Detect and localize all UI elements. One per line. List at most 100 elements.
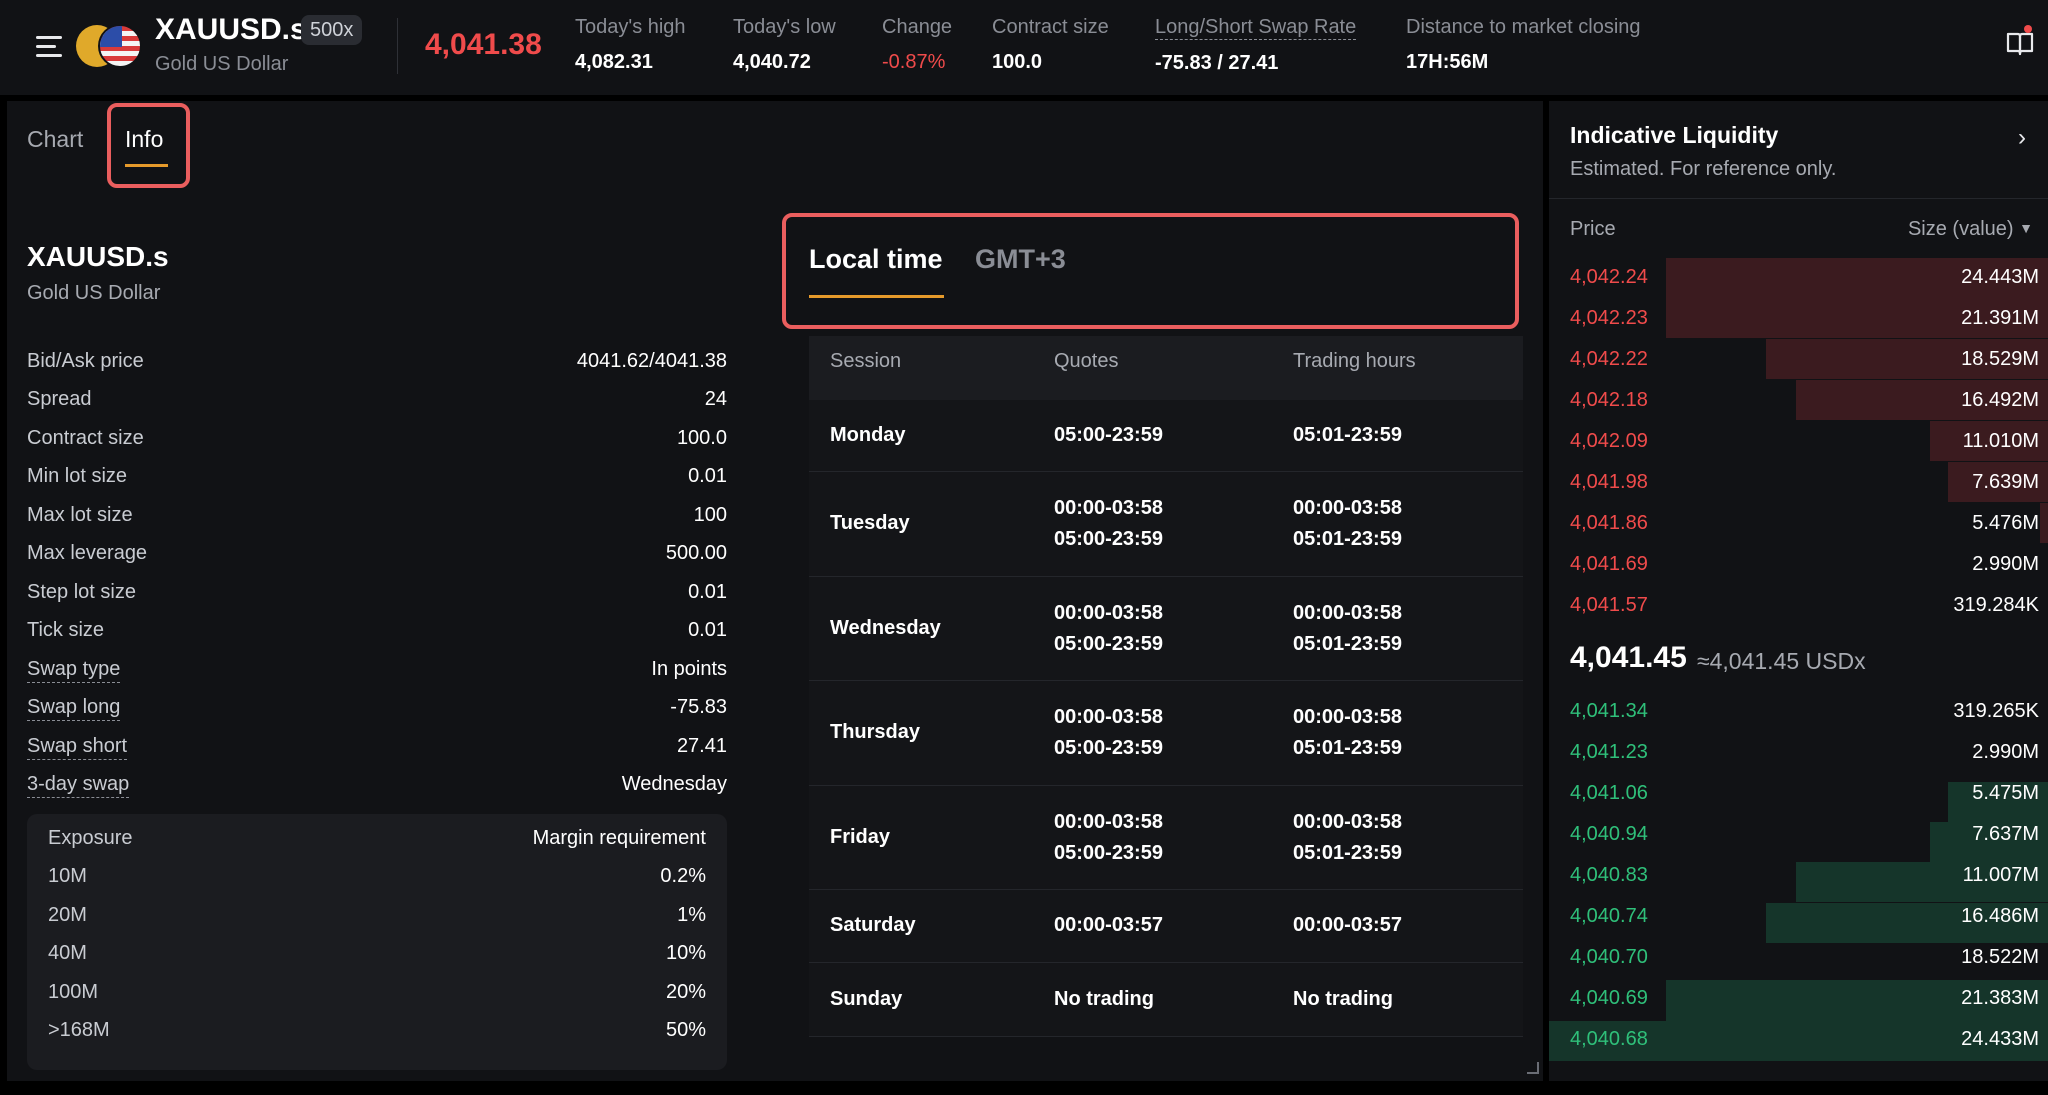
spec-value: 4041.62/4041.38 — [576, 350, 727, 372]
mid-price-approx: ≈4,041.45 USDx — [1697, 648, 1866, 674]
instrument-subtitle: Gold US Dollar — [27, 282, 161, 304]
bid-row[interactable]: 4,041.23 2.990M — [1570, 741, 2039, 771]
bid-price: 4,040.68 — [1570, 1028, 1648, 1050]
ask-size: 5.476M — [1972, 512, 2039, 534]
ask-price: 4,042.18 — [1570, 389, 1648, 411]
spec-label-swap-long[interactable]: Swap long — [27, 696, 121, 721]
schedule-hours: 00:00-03:57 — [1293, 914, 1402, 936]
spec-value: 500.00 — [665, 542, 727, 564]
resize-handle[interactable] — [1527, 1062, 1539, 1074]
liquidity-subtitle: Estimated. For reference only. — [1570, 158, 1837, 180]
ask-row[interactable]: 4,042.18 16.492M — [1570, 389, 2039, 419]
stat-value: 17H:56M — [1406, 51, 1489, 73]
spec-label: Contract size — [27, 427, 144, 449]
ask-row[interactable]: 4,042.09 11.010M — [1570, 430, 2039, 460]
book-icon[interactable] — [2006, 30, 2034, 56]
spec-row: Step lot size 0.01 — [27, 581, 727, 611]
liquidity-divider — [1549, 198, 2048, 199]
ask-size: 319.284K — [1953, 594, 2039, 616]
liquidity-title[interactable]: Indicative Liquidity — [1570, 122, 1778, 149]
spec-value: 0.01 — [688, 581, 727, 603]
spec-row: Tick size 0.01 — [27, 619, 727, 649]
stat-market-closing: Distance to market closing 17H:56M — [1406, 16, 1641, 74]
ask-row[interactable]: 4,041.98 7.639M — [1570, 471, 2039, 501]
margin-header: Exposure Margin requirement — [48, 827, 706, 857]
stat-label: Today's high — [575, 16, 686, 38]
schedule-quotes: 00:00-03:58 05:00-23:59 — [1054, 811, 1163, 864]
stat-label: Contract size — [992, 16, 1109, 38]
stat-value: -0.87% — [882, 51, 946, 73]
spec-label-swap-short[interactable]: Swap short — [27, 735, 128, 760]
ask-row[interactable]: 4,041.57 319.284K — [1570, 594, 2039, 624]
bid-row[interactable]: 4,041.06 5.475M — [1570, 782, 2039, 812]
ask-row[interactable]: 4,042.22 18.529M — [1570, 348, 2039, 378]
tab-chart[interactable]: Chart — [27, 126, 83, 153]
spec-value: 24 — [704, 388, 727, 410]
spec-label: Spread — [27, 388, 92, 410]
top-header: XAUUSD.s 500x Gold US Dollar 4,041.38 To… — [0, 0, 2048, 95]
bid-row[interactable]: 4,040.68 24.433M — [1570, 1028, 2039, 1058]
bid-row[interactable]: 4,041.34 319.265K — [1570, 700, 2039, 730]
bid-row[interactable]: 4,040.94 7.637M — [1570, 823, 2039, 853]
ask-row[interactable]: 4,041.86 5.476M — [1570, 512, 2039, 542]
bid-size: 2.990M — [1972, 741, 2039, 763]
schedule-row: Wednesday 00:00-03:58 05:00-23:59 00:00-… — [809, 577, 1523, 681]
col-price: Price — [1570, 218, 1616, 240]
margin-requirement-table: Exposure Margin requirement 10M 0.2% 20M 1%… — [27, 814, 727, 1070]
margin-value: 20% — [665, 981, 706, 1003]
schedule-row: Sunday No trading No trading — [809, 963, 1523, 1037]
spec-label: Step lot size — [27, 581, 136, 603]
schedule-day: Tuesday — [830, 512, 910, 534]
margin-row: 10M 0.2% — [48, 865, 706, 895]
stat-label[interactable]: Long/Short Swap Rate — [1155, 16, 1357, 40]
schedule-quotes: 00:00-03:58 05:00-23:59 — [1054, 706, 1163, 759]
spec-row: Swap long -75.83 — [27, 696, 727, 726]
schedule-hours: 00:00-03:58 05:01-23:59 — [1293, 706, 1402, 759]
spec-value: Wednesday — [621, 773, 727, 795]
ask-row[interactable]: 4,042.23 21.391M — [1570, 307, 2039, 337]
bid-price: 4,041.06 — [1570, 782, 1648, 804]
schedule-row: Saturday 00:00-03:57 00:00-03:57 — [809, 890, 1523, 963]
bid-price: 4,041.34 — [1570, 700, 1648, 722]
schedule-day: Saturday — [830, 914, 916, 936]
bid-row[interactable]: 4,040.74 16.486M — [1570, 905, 2039, 935]
spec-value: -75.83 — [670, 696, 727, 718]
margin-header-requirement: Margin requirement — [532, 827, 706, 849]
stat-contract-size: Contract size 100.0 — [992, 16, 1109, 74]
stat-swap-rate[interactable]: Long/Short Swap Rate -75.83 / 27.41 — [1155, 16, 1357, 75]
instrument-title: XAUUSD.s — [27, 241, 169, 272]
ask-size: 2.990M — [1972, 553, 2039, 575]
header-divider — [397, 18, 398, 74]
stat-value: 100.0 — [992, 51, 1043, 73]
spec-label-swap-type[interactable]: Swap type — [27, 658, 121, 683]
margin-exposure: 40M — [48, 942, 87, 964]
spec-value: In points — [651, 658, 727, 680]
stat-label: Today's low — [733, 16, 836, 38]
spec-value: 0.01 — [688, 465, 727, 487]
schedule-hours: 00:00-03:58 05:01-23:59 — [1293, 497, 1402, 550]
col-size-dropdown[interactable]: Size (value) ▼ — [1908, 218, 2033, 241]
us-flag-icon — [98, 24, 142, 68]
ask-row[interactable]: 4,041.69 2.990M — [1570, 553, 2039, 583]
bid-row[interactable]: 4,040.69 21.383M — [1570, 987, 2039, 1017]
schedule-quotes: 00:00-03:58 05:00-23:59 — [1054, 497, 1163, 550]
bid-size: 24.433M — [1961, 1028, 2039, 1050]
margin-value: 0.2% — [660, 865, 706, 887]
bid-row[interactable]: 4,040.83 11.007M — [1570, 864, 2039, 894]
ask-size: 24.443M — [1961, 266, 2039, 288]
spec-label: Min lot size — [27, 465, 128, 487]
spec-label-3-day-swap[interactable]: 3-day swap — [27, 773, 130, 798]
margin-exposure: 10M — [48, 865, 87, 887]
bid-size: 7.637M — [1972, 823, 2039, 845]
schedule-hours: No trading — [1293, 988, 1393, 1010]
chevron-right-icon[interactable]: › — [2018, 124, 2026, 152]
ask-row[interactable]: 4,042.24 24.443M — [1570, 266, 2039, 296]
col-trading-hours: Trading hours — [1293, 350, 1416, 372]
current-price: 4,041.38 — [425, 28, 542, 61]
symbol-title[interactable]: XAUUSD.s — [155, 13, 307, 47]
schedule-quotes: 00:00-03:58 05:00-23:59 — [1054, 602, 1163, 655]
ask-size: 16.492M — [1961, 389, 2039, 411]
schedule-day: Sunday — [830, 988, 903, 1010]
bid-row[interactable]: 4,040.70 18.522M — [1570, 946, 2039, 976]
menu-icon[interactable] — [36, 34, 62, 60]
